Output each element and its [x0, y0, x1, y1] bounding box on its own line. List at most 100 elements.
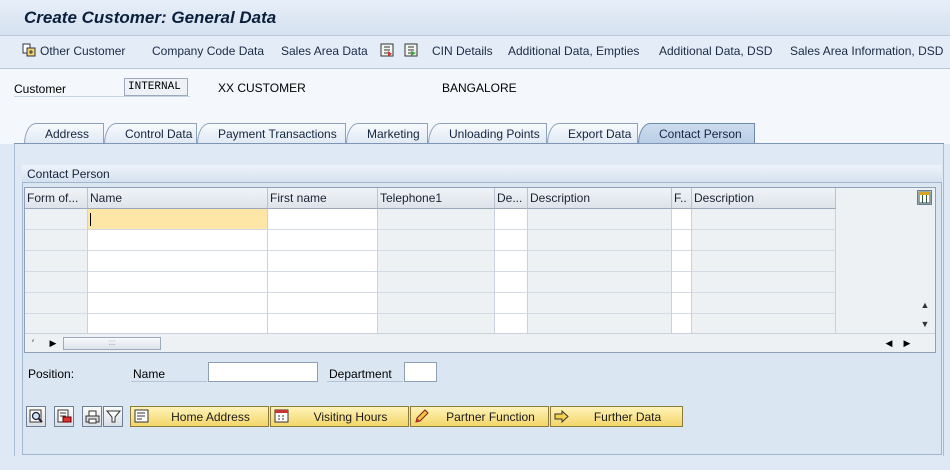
tab-control-data[interactable]: Control Data	[104, 123, 197, 144]
column-header-first-name[interactable]: First name	[268, 188, 378, 209]
arrow-right-icon	[554, 409, 569, 424]
department-label-underline	[327, 381, 403, 382]
column-header-function-description[interactable]: Description	[692, 188, 836, 209]
column-header-form-of-address[interactable]: Form of...	[25, 188, 88, 209]
tab-payment-transactions[interactable]: Payment Transactions	[197, 123, 346, 144]
table-cell[interactable]	[528, 272, 672, 293]
table-cell[interactable]	[672, 272, 692, 293]
table-cell[interactable]	[692, 230, 836, 251]
table-cell[interactable]	[88, 293, 268, 314]
scroll-left-icon[interactable]: ◀	[883, 337, 895, 349]
table-cell[interactable]	[495, 251, 528, 272]
toolbar-cin-details[interactable]: CIN Details	[432, 44, 493, 58]
window-title: Create Customer: General Data	[24, 8, 277, 27]
scroll-up-icon[interactable]: ▲	[917, 298, 933, 312]
table-cell[interactable]	[495, 230, 528, 251]
tab-contact-person[interactable]: Contact Person	[638, 123, 755, 144]
table-cell[interactable]	[672, 293, 692, 314]
tab-unloading-points[interactable]: Unloading Points	[428, 123, 547, 144]
row-selector-cell[interactable]	[25, 314, 88, 335]
table-cell[interactable]	[692, 293, 836, 314]
visiting-hours-button[interactable]: Visiting Hours	[270, 406, 409, 427]
toolbar-sales-area-data[interactable]: Sales Area Data	[281, 44, 368, 58]
table-cell[interactable]	[528, 293, 672, 314]
row-selector-cell[interactable]	[25, 209, 88, 230]
delete-row-button[interactable]	[54, 406, 74, 427]
table-cell[interactable]	[692, 272, 836, 293]
tab-export-data[interactable]: Export Data	[547, 123, 638, 144]
table-cell[interactable]	[672, 230, 692, 251]
toolbar-other-customer[interactable]: Other Customer	[40, 44, 125, 58]
name-label: Name	[133, 367, 166, 381]
scroll-down-icon[interactable]: ▼	[917, 317, 933, 331]
detail-view-button[interactable]	[26, 406, 46, 427]
tab-address[interactable]: Address	[24, 123, 104, 144]
customer-city: BANGALORE	[442, 81, 517, 95]
contact-person-group-title: Contact Person	[22, 165, 942, 183]
calendar-icon	[274, 409, 289, 423]
table-cell[interactable]	[528, 209, 672, 230]
horizontal-scrollbar[interactable]: ′ ▶ ::: ◀ ▶	[25, 333, 935, 352]
table-cell[interactable]	[378, 230, 495, 251]
table-cell[interactable]	[268, 272, 378, 293]
table-cell[interactable]	[268, 314, 378, 335]
previous-record-icon[interactable]	[380, 43, 394, 57]
further-data-button[interactable]: Further Data	[550, 406, 683, 427]
title-bar: Create Customer: General Data	[0, 0, 950, 36]
table-cell[interactable]	[378, 272, 495, 293]
table-cell[interactable]	[495, 314, 528, 335]
scroll-right-small-icon[interactable]: ▶	[47, 337, 59, 349]
row-selector-cell[interactable]	[25, 230, 88, 251]
table-cell[interactable]	[268, 293, 378, 314]
table-cell[interactable]	[88, 251, 268, 272]
table-cell[interactable]	[88, 272, 268, 293]
next-record-icon[interactable]	[404, 43, 418, 57]
table-cell[interactable]	[692, 209, 836, 230]
table-cell[interactable]	[88, 209, 268, 230]
table-cell[interactable]	[268, 230, 378, 251]
table-cell[interactable]	[268, 209, 378, 230]
home-address-button[interactable]: Home Address	[130, 406, 269, 427]
table-cell[interactable]	[495, 272, 528, 293]
table-cell[interactable]	[495, 293, 528, 314]
toolbar-sales-area-information-dsd[interactable]: Sales Area Information, DSD	[790, 44, 943, 58]
table-cell[interactable]	[378, 251, 495, 272]
toolbar-company-code-data[interactable]: Company Code Data	[152, 44, 264, 58]
column-header-function[interactable]: F..	[672, 188, 692, 209]
column-header-description[interactable]: Description	[528, 188, 672, 209]
table-cell[interactable]	[528, 230, 672, 251]
table-cell[interactable]	[495, 209, 528, 230]
toolbar-additional-data-dsd[interactable]: Additional Data, DSD	[659, 44, 772, 58]
column-header-department[interactable]: De...	[495, 188, 528, 209]
row-selector-cell[interactable]	[25, 251, 88, 272]
row-selector-cell[interactable]	[25, 272, 88, 293]
column-header-name[interactable]: Name	[88, 188, 268, 209]
table-cell[interactable]	[672, 314, 692, 335]
horizontal-scroll-thumb[interactable]: :::	[63, 337, 161, 350]
table-cell[interactable]	[692, 314, 836, 335]
print-button[interactable]	[82, 406, 102, 427]
table-cell[interactable]	[378, 293, 495, 314]
table-cell[interactable]	[88, 230, 268, 251]
table-cell[interactable]	[528, 251, 672, 272]
row-selector-cell[interactable]	[25, 293, 88, 314]
table-settings-icon[interactable]	[917, 190, 932, 205]
table-cell[interactable]	[88, 314, 268, 335]
table-cell[interactable]	[528, 314, 672, 335]
filter-icon	[106, 410, 121, 423]
table-cell[interactable]	[672, 251, 692, 272]
filter-button[interactable]	[103, 406, 123, 427]
table-cell[interactable]	[378, 314, 495, 335]
department-input[interactable]	[404, 362, 437, 382]
scroll-right-icon[interactable]: ▶	[901, 337, 913, 349]
table-cell[interactable]	[672, 209, 692, 230]
tab-marketing[interactable]: Marketing	[346, 123, 428, 144]
row-selector-corner[interactable]: ′	[27, 337, 39, 349]
table-cell[interactable]	[692, 251, 836, 272]
position-name-input[interactable]	[208, 362, 318, 382]
table-cell[interactable]	[268, 251, 378, 272]
partner-function-button[interactable]: Partner Function	[410, 406, 549, 427]
column-header-telephone1[interactable]: Telephone1	[378, 188, 495, 209]
toolbar-additional-data-empties[interactable]: Additional Data, Empties	[508, 44, 639, 58]
table-cell[interactable]	[378, 209, 495, 230]
